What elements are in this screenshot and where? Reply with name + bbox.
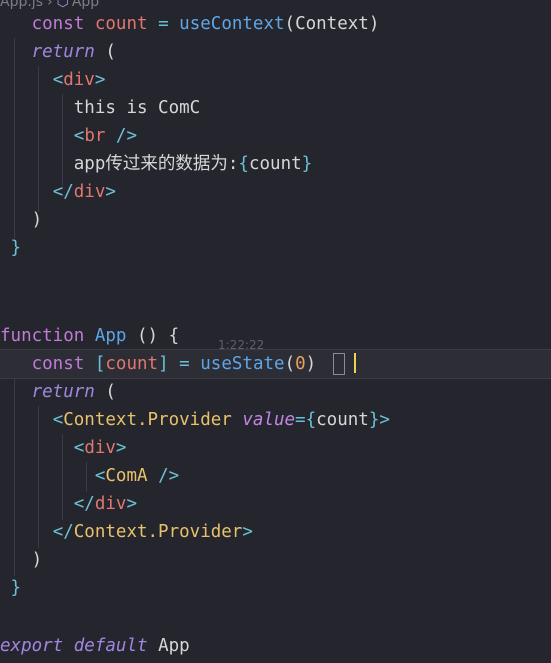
code-line[interactable]: } — [0, 574, 551, 602]
brace: { — [168, 326, 180, 346]
keyword: default — [73, 636, 148, 656]
code-line-active[interactable]: const [count] = useState(0) — [0, 349, 551, 379]
identifier: App — [158, 636, 190, 656]
brace: } — [10, 578, 22, 598]
code-line[interactable]: export default App — [0, 632, 551, 660]
tag-name: div — [63, 70, 95, 90]
tag-bracket: > — [115, 438, 127, 458]
tag-bracket: </ — [73, 494, 95, 514]
tag-bracket: > — [94, 70, 106, 90]
breadcrumb-file[interactable]: App.js — [0, 0, 43, 10]
paren: () — [137, 326, 159, 346]
code-line[interactable]: <div> — [0, 434, 551, 462]
tag-bracket: /> — [105, 126, 137, 146]
code-line[interactable]: const count = useContext(Context) — [0, 10, 551, 38]
brace: } — [301, 154, 313, 174]
tag-bracket: < — [73, 126, 85, 146]
tag-name: div — [94, 494, 127, 514]
paren: ( — [105, 42, 116, 62]
bracket: [ — [94, 354, 106, 374]
keyword: function — [0, 326, 85, 346]
tag-name: div — [84, 438, 116, 458]
keyword: return — [31, 42, 95, 62]
keyword: const — [31, 354, 85, 374]
code-line[interactable]: <br /> — [0, 122, 551, 150]
argument: (Context) — [284, 14, 380, 34]
tag-bracket: < — [52, 70, 64, 90]
code-line[interactable]: <div> — [0, 66, 551, 94]
component-name: Context.Provider — [63, 410, 232, 430]
component-name: ComA — [105, 466, 148, 486]
tag-bracket: </ — [52, 182, 74, 202]
tag-bracket: /> — [147, 466, 180, 486]
paren: ) — [31, 550, 43, 570]
jsx-text: app传过来的数据为: — [73, 154, 239, 174]
tag-bracket: </ — [52, 522, 74, 542]
variable: count — [316, 410, 369, 430]
variable: count — [105, 354, 159, 374]
function-name: useContext — [179, 14, 285, 34]
brace: { — [238, 154, 249, 174]
breadcrumb-symbol[interactable]: App — [72, 0, 99, 10]
code-line[interactable]: <ComA /> — [0, 462, 551, 490]
keyword: return — [31, 382, 95, 402]
code-line[interactable]: app传过来的数据为:{count} — [0, 150, 551, 178]
tag-name: div — [73, 182, 106, 202]
operator: = — [179, 354, 190, 374]
code-line[interactable]: function App () { — [0, 322, 551, 350]
tag-bracket: }> — [368, 410, 390, 430]
paren: ( — [105, 382, 116, 402]
bracket-match-highlight — [333, 353, 345, 375]
tag-bracket: > — [242, 522, 253, 542]
number-literal: 0 — [295, 354, 306, 374]
attribute-name: value — [242, 410, 296, 430]
brace: ={ — [295, 410, 317, 430]
tag-bracket: > — [105, 182, 116, 202]
function-name: useState — [200, 354, 285, 374]
component-name: Context.Provider — [73, 522, 243, 542]
jsx-text: this is ComC — [73, 98, 201, 118]
code-line[interactable]: <Context.Provider value={count}> — [0, 406, 551, 434]
text-cursor — [354, 353, 356, 373]
code-line[interactable]: ) — [0, 206, 551, 234]
tag-bracket: < — [52, 410, 64, 430]
bracket: ] — [158, 354, 169, 374]
code-line[interactable]: ) — [0, 546, 551, 574]
code-line[interactable]: return ( — [0, 38, 551, 66]
code-line[interactable]: return ( — [0, 378, 551, 406]
tag-bracket: < — [94, 466, 106, 486]
code-line[interactable]: this is ComC — [0, 94, 551, 122]
paren: ( — [284, 354, 296, 374]
tag-bracket: > — [126, 494, 137, 514]
variable: count — [248, 154, 302, 174]
breadcrumb-separator: › — [46, 0, 53, 10]
operator: = — [158, 14, 169, 34]
tag-name: br — [84, 126, 106, 146]
keyword: const — [31, 14, 85, 34]
brace: } — [10, 238, 22, 258]
keyword: export — [0, 636, 64, 656]
tag-bracket: < — [73, 438, 85, 458]
paren: ) — [305, 354, 317, 374]
paren: ) — [31, 210, 43, 230]
cube-icon: ⬡ — [56, 0, 69, 10]
code-line[interactable]: </div> — [0, 178, 551, 206]
code-line[interactable]: </div> — [0, 490, 551, 518]
variable: count — [94, 14, 148, 34]
function-name: App — [94, 326, 127, 346]
code-line[interactable]: } — [0, 234, 551, 262]
code-line[interactable]: </Context.Provider> — [0, 518, 551, 546]
